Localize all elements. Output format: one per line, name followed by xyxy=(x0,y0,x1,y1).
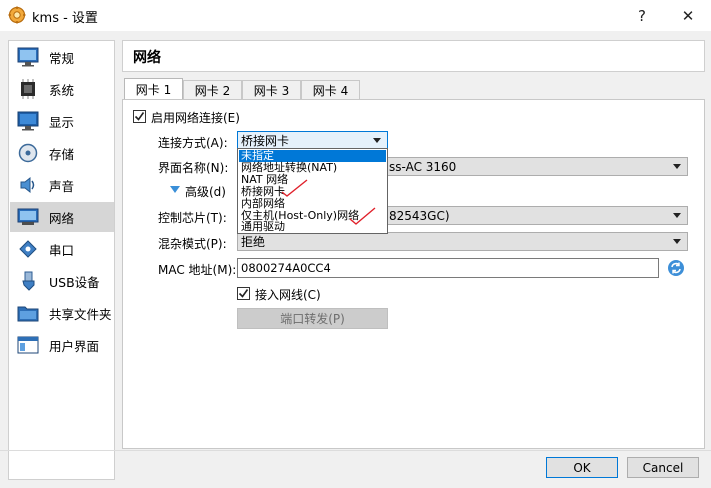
promiscuous-mode-select[interactable]: 拒绝 xyxy=(237,232,688,251)
sidebar-item-system[interactable]: 系统 xyxy=(10,74,114,104)
interface-name-value: ss-AC 3160 xyxy=(389,159,457,174)
sidebar-item-general[interactable]: 常规 xyxy=(10,42,114,72)
virtualbox-app-icon xyxy=(8,6,26,24)
sidebar-item-label: 串口 xyxy=(49,242,75,258)
sidebar-item-audio[interactable]: 声音 xyxy=(10,170,114,200)
sidebar-item-serial-port[interactable]: 串口 xyxy=(10,234,114,264)
sidebar-item-label: 常规 xyxy=(49,50,75,66)
window-title: kms - 设置 xyxy=(32,11,98,26)
chevron-down-icon xyxy=(673,239,681,244)
shared-folder-icon xyxy=(16,301,40,325)
sidebar-item-shared-folders[interactable]: 共享文件夹 xyxy=(10,298,114,328)
chevron-down-icon xyxy=(673,164,681,169)
usb-icon xyxy=(16,269,40,293)
tab-adapter-3[interactable]: 网卡 3 xyxy=(242,80,301,99)
annotation-checkmark-icon xyxy=(349,207,376,225)
sidebar-item-storage[interactable]: 存储 xyxy=(10,138,114,168)
audio-icon xyxy=(16,173,40,197)
sidebar-item-label: 网络 xyxy=(49,210,75,226)
cable-connected-checkbox[interactable] xyxy=(237,287,250,300)
sidebar-item-label: 声音 xyxy=(49,178,75,194)
adapter-type-label: 控制芯片(T): xyxy=(158,211,227,225)
close-button[interactable]: ✕ xyxy=(665,0,711,31)
sidebar-item-label: 显示 xyxy=(49,114,75,130)
tab-adapter-1[interactable]: 网卡 1 xyxy=(124,78,183,100)
promiscuous-mode-value: 拒绝 xyxy=(241,235,266,249)
page-title: 网络 xyxy=(133,50,161,66)
advanced-toggle[interactable]: 高级(d) xyxy=(185,183,226,200)
port-forwarding-button[interactable]: 端口转发(P) xyxy=(237,308,388,329)
attached-to-value: 桥接网卡 xyxy=(241,134,290,148)
chevron-down-icon xyxy=(673,213,681,218)
attached-to-label: 连接方式(A): xyxy=(158,136,228,150)
system-icon xyxy=(16,77,40,101)
enable-network-label: 启用网络连接(E) xyxy=(151,111,240,125)
enable-network-checkbox[interactable] xyxy=(133,110,146,123)
storage-icon xyxy=(16,141,40,165)
page-header: 网络 xyxy=(122,40,705,72)
cable-connected-label: 接入网线(C) xyxy=(255,288,321,302)
sidebar-item-label: 共享文件夹 xyxy=(49,306,112,322)
general-icon xyxy=(16,45,40,69)
sidebar-item-user-interface[interactable]: 用户界面 xyxy=(10,330,114,360)
mac-address-label: MAC 地址(M): xyxy=(158,263,237,277)
chevron-down-icon xyxy=(373,138,381,143)
checkmark-icon xyxy=(238,289,249,298)
cancel-button[interactable]: Cancel xyxy=(627,457,699,478)
sidebar-item-label: 系统 xyxy=(49,82,75,98)
annotation-checkmark-icon xyxy=(281,179,308,197)
promiscuous-mode-label: 混杂模式(P): xyxy=(158,237,227,251)
refresh-mac-icon[interactable] xyxy=(666,258,686,278)
checkmark-icon xyxy=(134,112,145,121)
adapter-type-value: 82543GC) xyxy=(389,208,450,223)
help-button[interactable]: ? xyxy=(619,0,665,31)
tab-adapter-4[interactable]: 网卡 4 xyxy=(301,80,360,99)
expand-triangle-icon[interactable] xyxy=(170,186,180,193)
ok-button[interactable]: OK xyxy=(546,457,618,478)
network-icon xyxy=(16,205,40,229)
serial-port-icon xyxy=(16,237,40,261)
tab-adapter-2[interactable]: 网卡 2 xyxy=(183,80,242,99)
sidebar-item-display[interactable]: 显示 xyxy=(10,106,114,136)
sidebar-item-label: 用户界面 xyxy=(49,338,100,354)
title-bar: kms - 设置 ? ✕ xyxy=(0,0,711,31)
sidebar-item-label: 存储 xyxy=(49,146,75,162)
footer-divider xyxy=(0,450,711,451)
interface-name-label: 界面名称(N): xyxy=(158,161,229,175)
sidebar-item-label: USB设备 xyxy=(49,274,100,290)
mac-address-input[interactable]: 0800274A0CC4 xyxy=(237,258,659,278)
user-interface-icon xyxy=(16,333,40,357)
settings-sidebar: 常规 系统 显示 存储 声音 网络 串口 USB设备 共享文件夹 用户界面 xyxy=(8,40,115,480)
sidebar-item-network[interactable]: 网络 xyxy=(10,202,114,232)
display-icon xyxy=(16,109,40,133)
sidebar-item-usb[interactable]: USB设备 xyxy=(10,266,114,296)
